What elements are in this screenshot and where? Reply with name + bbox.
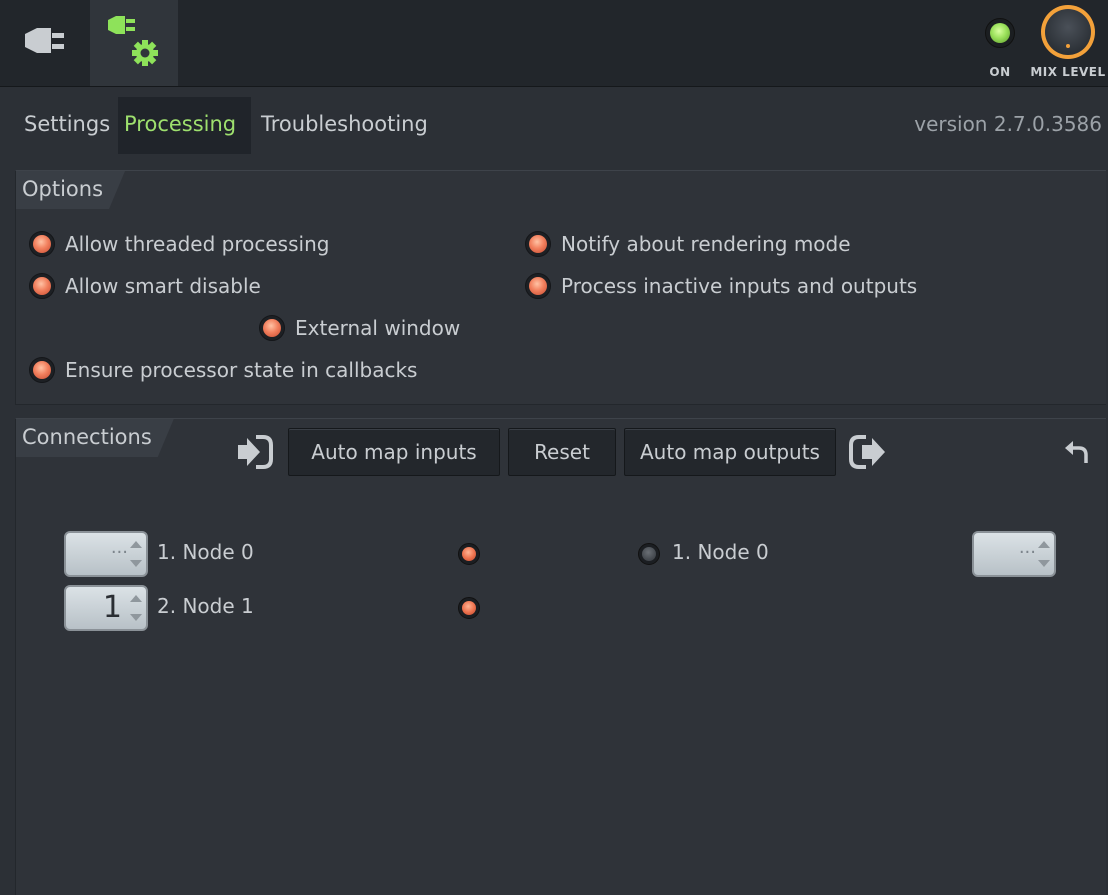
top-toolbar: ON MIX LEVEL bbox=[0, 0, 1108, 87]
auto-map-inputs-button[interactable]: Auto map inputs bbox=[288, 428, 500, 476]
spin-up-icon[interactable] bbox=[130, 595, 142, 602]
tab-troubleshooting[interactable]: Troubleshooting bbox=[255, 97, 434, 154]
connections-title: Connections bbox=[16, 419, 174, 457]
option-process-inactive-io[interactable]: Process inactive inputs and outputs bbox=[525, 271, 917, 301]
option-external-window[interactable]: External window bbox=[259, 313, 460, 343]
plug-icon bbox=[25, 28, 64, 53]
spinbox-value: ··· bbox=[110, 542, 128, 563]
input-0-connection-led[interactable] bbox=[458, 543, 480, 565]
mix-level-knob[interactable] bbox=[1041, 5, 1095, 59]
option-label: External window bbox=[295, 316, 461, 340]
option-label: Process inactive inputs and outputs bbox=[561, 274, 918, 298]
tab-processing[interactable]: Processing bbox=[118, 97, 251, 154]
option-label: Ensure processor state in callbacks bbox=[65, 358, 418, 382]
tab-settings[interactable]: Settings bbox=[18, 97, 116, 154]
power-on-led[interactable] bbox=[985, 18, 1015, 48]
output-node-label: 1. Node 0 bbox=[672, 540, 769, 564]
input-1-channel-spinbox[interactable]: 1 bbox=[64, 585, 148, 631]
spin-up-icon[interactable] bbox=[130, 541, 142, 548]
checkbox-led[interactable] bbox=[525, 273, 551, 299]
option-allow-smart-disable[interactable]: Allow smart disable bbox=[29, 271, 261, 301]
option-label: Allow smart disable bbox=[65, 274, 261, 298]
spin-down-icon[interactable] bbox=[1038, 560, 1050, 567]
option-notify-rendering-mode[interactable]: Notify about rendering mode bbox=[525, 229, 851, 259]
spin-down-icon[interactable] bbox=[130, 560, 142, 567]
checkbox-led[interactable] bbox=[259, 315, 285, 341]
input-node-label: 2. Node 1 bbox=[157, 594, 254, 618]
version-label: version 2.7.0.3586 bbox=[914, 112, 1102, 136]
option-allow-threaded-processing[interactable]: Allow threaded processing bbox=[29, 229, 329, 259]
spin-down-icon[interactable] bbox=[130, 614, 142, 621]
input-node-label: 1. Node 0 bbox=[157, 540, 254, 564]
plug-gear-icon bbox=[108, 16, 158, 66]
output-0-connection-led[interactable] bbox=[638, 543, 660, 565]
wrapper-settings-button[interactable] bbox=[90, 0, 178, 86]
spinbox-value: 1 bbox=[102, 590, 122, 625]
spinbox-value: ··· bbox=[1018, 542, 1036, 563]
connections-panel: Connections bbox=[15, 418, 1106, 895]
option-ensure-processor-state[interactable]: Ensure processor state in callbacks bbox=[29, 355, 417, 385]
checkbox-led[interactable] bbox=[29, 357, 55, 383]
on-label: ON bbox=[989, 65, 1011, 79]
checkbox-led[interactable] bbox=[525, 231, 551, 257]
output-arrow-icon bbox=[849, 435, 885, 469]
options-panel: Options Allow threaded processing Notify… bbox=[15, 170, 1106, 405]
mix-level-label: MIX LEVEL bbox=[1030, 65, 1106, 79]
reset-button[interactable]: Reset bbox=[508, 428, 616, 476]
option-label: Notify about rendering mode bbox=[561, 232, 851, 256]
input-1-connection-led[interactable] bbox=[458, 597, 480, 619]
spin-up-icon[interactable] bbox=[1038, 541, 1050, 548]
input-arrow-icon bbox=[238, 435, 273, 469]
plugin-view-button[interactable] bbox=[0, 0, 90, 86]
options-title: Options bbox=[16, 171, 125, 209]
output-0-channel-spinbox[interactable]: ··· bbox=[972, 531, 1056, 577]
checkbox-led[interactable] bbox=[29, 231, 55, 257]
checkbox-led[interactable] bbox=[29, 273, 55, 299]
undo-icon[interactable] bbox=[1064, 438, 1090, 466]
input-0-channel-spinbox[interactable]: ··· bbox=[64, 531, 148, 577]
option-label: Allow threaded processing bbox=[65, 232, 330, 256]
auto-map-outputs-button[interactable]: Auto map outputs bbox=[624, 428, 836, 476]
